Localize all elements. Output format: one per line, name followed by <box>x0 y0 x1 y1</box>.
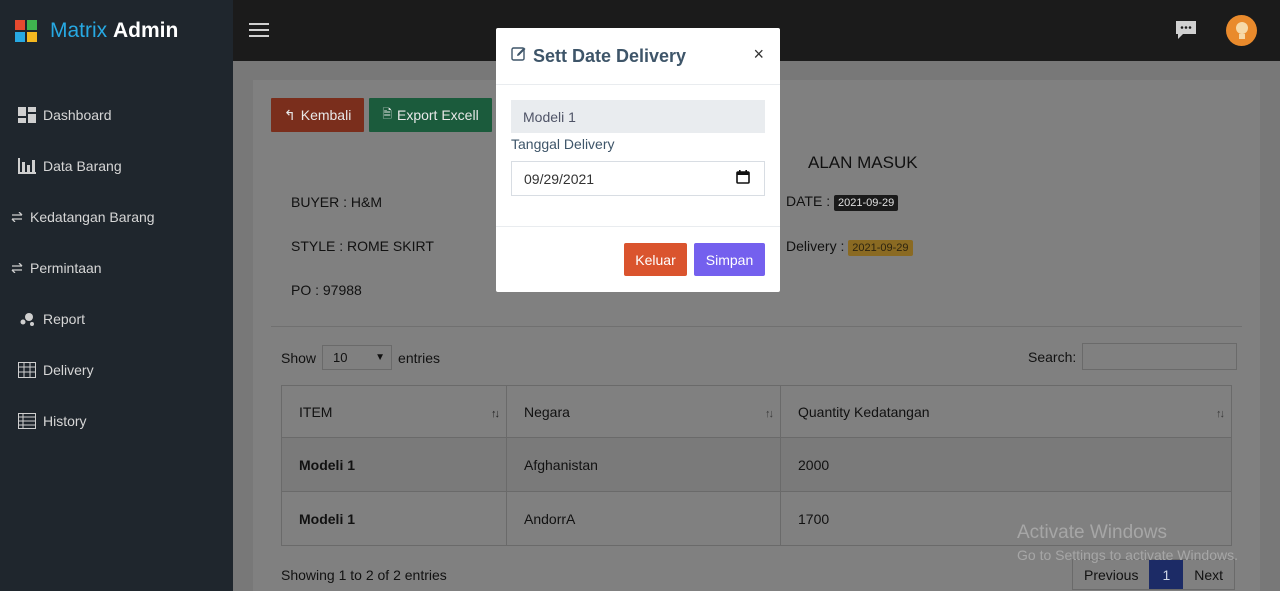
column-label: Negara <box>524 403 570 420</box>
sidebar-item-label: Kedatangan Barang <box>30 208 155 225</box>
sidebar-item-label: Report <box>43 310 86 327</box>
show-label: Show <box>281 349 317 366</box>
cell-item: Modeli 1 <box>281 437 507 492</box>
modal-title: Sett Date Delivery <box>511 46 686 67</box>
sidebar-item-label: Data Barang <box>43 157 122 174</box>
swap-icon <box>10 259 24 277</box>
style-info: STYLE : ROME SKIRT <box>291 238 434 254</box>
avatar[interactable] <box>1226 15 1257 46</box>
modal-header: Sett Date Delivery × <box>496 28 780 85</box>
edit-icon <box>511 46 527 67</box>
column-header-item[interactable]: ITEM ↑↓ <box>281 385 507 438</box>
cell-item: Modeli 1 <box>281 491 507 546</box>
swap-icon <box>10 208 24 226</box>
delivery-badge: 2021-09-29 <box>848 240 913 256</box>
page-length-value: 10 <box>333 350 348 365</box>
table-header-row: ITEM ↑↓ Negara ↑↓ Quantity Kedatangan ↑↓ <box>281 385 1232 438</box>
table-info: Showing 1 to 2 of 2 entries <box>281 567 447 583</box>
sidebar-item-label: Dashboard <box>43 106 112 123</box>
date-badge: 2021-09-29 <box>833 195 899 211</box>
sidebar-nav: Dashboard Data Barang Kedatangan Barang … <box>0 61 233 446</box>
table-search: Search: <box>1028 343 1238 370</box>
date-info: DATE : 2021-09-29 <box>786 193 899 211</box>
item-readonly-field: Modeli 1 <box>511 100 765 133</box>
cell-negara: Afghanistan <box>506 437 781 492</box>
search-label: Search: <box>1028 348 1077 365</box>
watermark-title: Activate Windows <box>1017 522 1167 543</box>
column-header-quantity[interactable]: Quantity Kedatangan ↑↓ <box>780 385 1232 438</box>
sidebar-item-data-barang[interactable]: Data Barang <box>0 140 233 191</box>
sidebar-item-report[interactable]: Report <box>0 293 233 344</box>
column-label: ITEM <box>299 403 333 420</box>
column-header-negara[interactable]: Negara ↑↓ <box>506 385 781 438</box>
modal-title-text: Sett Date Delivery <box>533 45 687 66</box>
date-field-label: Tanggal Delivery <box>511 136 615 152</box>
sort-icon: ↑↓ <box>1216 408 1225 420</box>
delivery-date-value: 09/29/2021 <box>524 170 595 187</box>
sort-icon: ↑↓ <box>491 408 500 420</box>
chat-icon[interactable] <box>1175 20 1197 40</box>
brand[interactable]: Matrix Admin <box>0 0 233 61</box>
search-input[interactable] <box>1082 343 1238 370</box>
file-icon: 🗎 <box>382 106 392 121</box>
cell-negara: AndorrA <box>506 491 781 546</box>
back-button-label: Kembali <box>300 107 352 123</box>
sidebar: Matrix Admin Dashboard Data Barang Kedat… <box>0 0 233 591</box>
divider <box>271 326 1242 327</box>
sidebar-item-history[interactable]: History <box>0 395 233 446</box>
brand-name-light: Matrix <box>50 18 108 42</box>
sort-icon: ↑↓ <box>765 408 774 420</box>
brand-name-bold: Admin <box>113 18 179 42</box>
entries-label: entries <box>398 349 441 366</box>
pagination: Previous 1 Next <box>1072 559 1236 590</box>
brand-name: Matrix Admin <box>50 19 178 43</box>
set-date-delivery-modal: Sett Date Delivery × Modeli 1 Tanggal De… <box>496 28 780 292</box>
sidebar-item-permintaan[interactable]: Permintaan <box>0 242 233 293</box>
action-buttons: ↰ Kembali 🗎 Export Excell <box>271 98 513 132</box>
watermark-subtitle: Go to Settings to activate Windows. <box>1017 547 1238 563</box>
chevron-down-icon: ▼ <box>375 352 386 363</box>
pagination-page-1[interactable]: 1 <box>1149 560 1184 589</box>
grid-icon <box>17 361 37 379</box>
dashboard-icon <box>17 106 37 124</box>
back-button[interactable]: ↰ Kembali <box>271 98 365 132</box>
close-icon[interactable]: × <box>753 44 764 65</box>
pagination-previous[interactable]: Previous <box>1073 560 1149 589</box>
sidebar-item-label: Delivery <box>43 361 94 378</box>
export-button-label: Export Excell <box>396 107 479 123</box>
table-icon <box>17 412 37 430</box>
delivery-label: Delivery : <box>786 238 845 254</box>
po-info: PO : 97988 <box>291 282 362 298</box>
scatter-icon <box>17 310 37 328</box>
delivery-date-input[interactable]: 09/29/2021 <box>511 161 765 196</box>
date-label: DATE : <box>786 193 831 209</box>
bar-chart-icon <box>17 157 37 175</box>
sidebar-item-kedatangan-barang[interactable]: Kedatangan Barang <box>0 191 233 242</box>
activate-windows-watermark: Activate Windows Go to Settings to activ… <box>1017 522 1238 563</box>
buyer-info: BUYER : H&M <box>291 194 383 210</box>
logo-icon <box>15 19 37 42</box>
calendar-icon[interactable] <box>736 170 750 187</box>
menu-toggle-icon[interactable] <box>249 23 269 37</box>
cancel-button[interactable]: Keluar <box>624 243 687 276</box>
save-button[interactable]: Simpan <box>694 243 765 276</box>
export-excel-button[interactable]: 🗎 Export Excell <box>369 98 492 132</box>
table-row[interactable]: Modeli 1 Afghanistan 2000 <box>281 437 1232 492</box>
cell-quantity: 2000 <box>780 437 1232 492</box>
sidebar-item-delivery[interactable]: Delivery <box>0 344 233 395</box>
sidebar-item-label: Permintaan <box>30 259 102 276</box>
page-title: ALAN MASUK <box>808 153 918 172</box>
sidebar-item-dashboard[interactable]: Dashboard <box>0 89 233 140</box>
modal-body: Modeli 1 Tanggal Delivery 09/29/2021 <box>496 85 780 196</box>
column-label: Quantity Kedatangan <box>798 403 930 420</box>
undo-icon: ↰ <box>284 106 296 123</box>
page-length-select[interactable]: 10 ▼ <box>322 345 393 370</box>
sidebar-item-label: History <box>43 412 87 429</box>
modal-footer: Keluar Simpan <box>496 226 780 292</box>
delivery-info: Delivery : 2021-09-29 <box>786 238 913 256</box>
pagination-next[interactable]: Next <box>1183 560 1234 589</box>
page-length-control: Show 10 ▼ entries <box>281 345 440 370</box>
